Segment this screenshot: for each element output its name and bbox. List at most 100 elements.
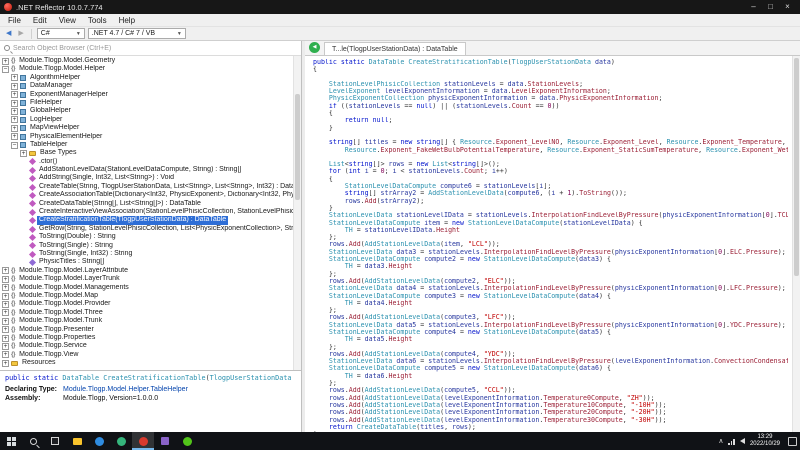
start-taskbar-button[interactable] [0, 432, 22, 450]
tree-item[interactable]: CreateDataTable(String[], List<String[]>… [0, 200, 301, 208]
decompiled-code[interactable]: public static DataTable CreateStratifica… [305, 56, 800, 432]
file-explorer-taskbar-button[interactable] [66, 432, 88, 450]
chat-taskbar-button[interactable] [176, 432, 198, 450]
network-icon[interactable] [728, 438, 735, 445]
tree-item[interactable]: +{}Module.Tlogp.Model.Provider [0, 300, 301, 308]
language-select[interactable]: C# ▼ [37, 28, 85, 39]
task-view-taskbar-button[interactable] [44, 432, 66, 450]
expand-toggle[interactable]: + [2, 293, 9, 300]
menu-help[interactable]: Help [113, 14, 141, 27]
expand-toggle[interactable]: + [2, 351, 9, 358]
tree-item[interactable]: +{}Module.Tlogp.Model.LayerAttribute [0, 267, 301, 275]
menu-edit[interactable]: Edit [27, 14, 53, 27]
tree-item[interactable]: GetRow(String, StationLevelPhisicCollect… [0, 225, 301, 233]
expand-toggle[interactable]: + [11, 108, 18, 115]
tree-item[interactable]: CreateTable(String, TlogpUserStationData… [0, 183, 301, 191]
tree-item[interactable]: CreateStratificationTable(TlogpUserStati… [0, 216, 301, 224]
tree-scrollbar-thumb[interactable] [295, 94, 300, 201]
code-tab[interactable]: T...le(TlogpUserStationData) : DataTable [324, 42, 466, 55]
code-scrollbar[interactable] [792, 56, 800, 432]
collapse-toggle[interactable]: − [2, 66, 9, 73]
notification-center-icon[interactable] [788, 437, 797, 446]
expand-toggle[interactable]: + [2, 360, 9, 367]
tree-item[interactable]: PhysicTitles : String[] [0, 258, 301, 266]
expand-toggle[interactable]: + [11, 91, 18, 98]
tree-item[interactable]: ToString(Single, Int32) : String [0, 250, 301, 258]
expand-toggle[interactable]: + [11, 83, 18, 90]
navigate-forward-icon[interactable]: ▶ [16, 28, 25, 40]
tree-item[interactable]: +AlgorithmHelper [0, 74, 301, 82]
menu-file[interactable]: File [2, 14, 27, 27]
expand-toggle[interactable]: + [11, 125, 18, 132]
browser-taskbar-button[interactable] [110, 432, 132, 450]
tree-item[interactable]: +{}Module.Tlogp.Presenter [0, 326, 301, 334]
maximize-button[interactable]: □ [762, 0, 779, 14]
tree-item[interactable]: + ExponentManagerHelper [0, 91, 301, 99]
tree-item[interactable]: ToString(Single) : String [0, 242, 301, 250]
tree-item[interactable]: +{}Module.Tlogp.Model.Trunk [0, 317, 301, 325]
expand-toggle[interactable]: + [2, 284, 9, 291]
tree-item[interactable]: +{}Module.Tlogp.Properties [0, 334, 301, 342]
expand-toggle[interactable]: + [2, 267, 9, 274]
expand-toggle[interactable]: + [2, 301, 9, 308]
expand-toggle[interactable]: + [11, 74, 18, 81]
tree-item[interactable]: +GlobalHelper [0, 107, 301, 115]
close-button[interactable]: × [779, 0, 796, 14]
expand-toggle[interactable]: + [2, 318, 9, 325]
code-scrollbar-thumb[interactable] [794, 58, 799, 276]
tree-item[interactable]: −TableHelper [0, 141, 301, 149]
tree-item[interactable]: +Base Types [0, 149, 301, 157]
tree-item[interactable]: + Resources [0, 359, 301, 367]
tree-item[interactable]: ToString(Double) : String [0, 233, 301, 241]
tree-item[interactable]: .ctor() [0, 158, 301, 166]
search-input[interactable] [13, 42, 297, 54]
expand-toggle[interactable]: + [2, 343, 9, 350]
tree-item-label: ExponentManagerHelper [28, 91, 110, 99]
taskbar-clock[interactable]: 13:29 2022/10/29 [750, 434, 780, 448]
expand-toggle[interactable]: + [2, 58, 9, 65]
declaring-type-link[interactable]: Module.Tlogp.Model.Helper.TableHelper [63, 386, 188, 393]
navigate-back-round-button[interactable]: ◀ [309, 42, 320, 53]
tree-item[interactable]: CreateInteractiveViewAssociation(Station… [0, 208, 301, 216]
reflector-taskbar-button[interactable] [132, 432, 154, 450]
expand-toggle[interactable]: + [11, 116, 18, 123]
tree-item[interactable]: +FileHelper [0, 99, 301, 107]
tree-item[interactable]: +{}Module.Tlogp.View [0, 351, 301, 359]
tree-item[interactable]: +{}Module.Tlogp.Model.Geometry [0, 57, 301, 65]
tree-item[interactable]: +{}Module.Tlogp.Model.Three [0, 309, 301, 317]
tree-item[interactable]: AddStationLevelData(StationLevelDataComp… [0, 166, 301, 174]
tree-item-label: Module.Tlogp.Model.Trunk [17, 317, 104, 325]
menu-tools[interactable]: Tools [82, 14, 113, 27]
expand-toggle[interactable]: + [2, 276, 9, 283]
reflector-icon [139, 437, 148, 446]
search-taskbar-button[interactable] [22, 432, 44, 450]
navigate-back-icon[interactable]: ◀ [4, 28, 13, 40]
volume-icon[interactable] [740, 438, 745, 444]
framework-select[interactable]: .NET 4.7 / C# 7 / VB ▼ [88, 28, 186, 39]
expand-toggle[interactable]: + [2, 326, 9, 333]
edge-browser-taskbar-button[interactable] [88, 432, 110, 450]
tree-item[interactable]: AddString(Single, Int32, List<String>) :… [0, 174, 301, 182]
ide-taskbar-button[interactable] [154, 432, 176, 450]
tree-item[interactable]: +{}Module.Tlogp.Service [0, 342, 301, 350]
expand-toggle[interactable]: + [2, 335, 9, 342]
tray-expand-icon[interactable]: ∧ [718, 437, 723, 445]
expand-toggle[interactable]: + [11, 133, 18, 140]
tree-item-label: Resources [20, 359, 57, 367]
tree-item[interactable]: +{}Module.Tlogp.Model.Managements [0, 284, 301, 292]
tree-item[interactable]: +{}Module.Tlogp.Model.LayerTrunk [0, 275, 301, 283]
collapse-toggle[interactable]: − [11, 142, 18, 149]
tree-scrollbar[interactable] [293, 56, 301, 370]
minimize-button[interactable]: – [745, 0, 762, 14]
tree-item[interactable]: +DataManager [0, 82, 301, 90]
tree-item[interactable]: −{}Module.Tlogp.Model.Helper [0, 65, 301, 73]
tree-item[interactable]: +PhysicalElementHelper [0, 133, 301, 141]
expand-toggle[interactable]: + [11, 100, 18, 107]
tree-item[interactable]: +MapViewHelper [0, 124, 301, 132]
expand-toggle[interactable]: + [20, 150, 27, 157]
tree-item[interactable]: +{}Module.Tlogp.Model.Map [0, 292, 301, 300]
expand-toggle[interactable]: + [2, 309, 9, 316]
tree-item[interactable]: CreateAssociationTable(Dictionary<Int32,… [0, 191, 301, 199]
tree-item[interactable]: +LogHelper [0, 116, 301, 124]
menu-view[interactable]: View [53, 14, 82, 27]
